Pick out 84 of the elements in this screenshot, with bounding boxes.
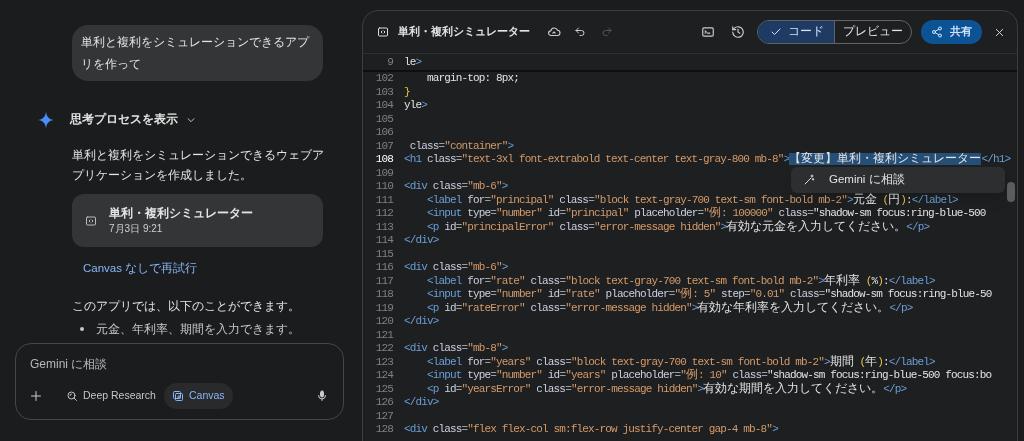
card-timestamp: 7月3日 9:21 — [109, 222, 164, 236]
line-number: 128 — [374, 423, 393, 437]
code-line: margin-top: 8px; — [426, 72, 520, 86]
cloud-icon[interactable] — [547, 25, 561, 39]
line-number: 117 — [374, 274, 393, 288]
code-line: <div class="mb-6"> — [404, 180, 508, 194]
close-icon[interactable] — [994, 26, 1005, 38]
code-line: <p id="rateError" class="error-message hidden">有効な年利率を入力してください。</p> — [426, 301, 913, 315]
editor-title: 単利・複利シミュレーター — [398, 24, 530, 40]
line-number: 9 — [386, 56, 393, 70]
line-number: 125 — [374, 382, 393, 396]
microphone-icon[interactable] — [316, 390, 328, 403]
line-number: 127 — [374, 409, 393, 423]
line-number: 122 — [374, 342, 393, 356]
code-line: yle> — [404, 99, 428, 113]
code-line: le> — [404, 56, 422, 70]
tool-chip[interactable]: Canvas — [163, 383, 233, 410]
chevron-icon — [186, 115, 196, 125]
code-line: <input type="number" id="rate" placeholder="例: 5" step="0.01" class="shadow-sm focus:ring-blue-50 — [426, 288, 992, 301]
line-number: 104 — [374, 99, 393, 113]
line-number: 115 — [374, 247, 393, 261]
check-icon — [770, 26, 782, 38]
line-number: 107 — [374, 139, 393, 153]
code-line: <div class="flex flex-col sm:flex-row justify-center gap-4 mb-8"> — [404, 423, 778, 437]
code-line: <p id="yearsError" class="error-message hidden">有効な期間を入力してください。</p> — [426, 382, 907, 396]
code-line: </div> — [404, 315, 439, 329]
plus-icon[interactable] — [30, 390, 42, 403]
share-icon — [931, 26, 943, 38]
line-number: 114 — [374, 234, 393, 248]
sparkle-pen-icon — [803, 174, 815, 186]
line-number: 113 — [374, 220, 393, 234]
line-number: 126 — [374, 396, 393, 410]
menu-item[interactable]: Gemini に相談 — [829, 171, 905, 189]
code-line: <input type="number" id="principal" placeholder="例: 100000" class="shadow-sm focus:ring-blue-500 — [426, 207, 986, 220]
code-line: <div class="mb-6"> — [404, 261, 508, 275]
code-line: <label for="rate" class="block text-gray-700 text-sm font-bold mb-2">年利率 (%):</label> — [426, 274, 935, 288]
line-number: 119 — [374, 301, 393, 315]
line-number: 121 — [374, 328, 393, 342]
code-line: <input type="number" id="years" placeholder="例: 10" class="shadow-sm focus:ring-blue-500 focus:bo — [426, 369, 992, 382]
code-line: <p id="principalError" class="error-message hidden">有効な元金を入力してください。</p> — [426, 220, 930, 234]
sparkle-icon — [37, 111, 55, 129]
line-number: 109 — [374, 166, 393, 180]
line-number: 106 — [374, 126, 393, 140]
code-line: <label for="principal" class="block text-gray-700 text-sm font-bold mb-2">元金 (円):</label> — [426, 193, 958, 207]
code-line: <label for="years" class="block text-gray-700 text-sm font-bold mb-2">期間 (年):</label> — [426, 355, 935, 369]
code-line: } — [404, 85, 410, 99]
code-icon — [85, 214, 97, 227]
code-line: </div> — [404, 396, 439, 410]
bullet-icon — [80, 327, 84, 332]
canvas-card[interactable]: 単利・複利シミュレーター 7月3日 9:21 — [72, 194, 323, 247]
prompt-input[interactable]: Gemini に相談 — [30, 355, 320, 374]
response-text: 単利と複利をシミュレーションできるウェブアプリケーションを作成しました。 — [72, 147, 325, 184]
code-line: </div> — [404, 234, 439, 248]
card-title: 単利・複利シミュレーター — [109, 205, 253, 222]
code-line: class="container"> — [408, 139, 514, 153]
code-icon — [377, 26, 389, 38]
view-tab[interactable]: コード — [758, 21, 835, 43]
line-number: 108 — [374, 153, 393, 167]
tool-chip[interactable]: Deep Research — [58, 383, 164, 410]
line-number: 110 — [374, 180, 393, 194]
scrollbar-thumb[interactable] — [1007, 182, 1015, 202]
view-tab[interactable]: プレビュー — [835, 21, 911, 43]
share-button[interactable]: 共有 — [921, 20, 982, 44]
user-message: 単利と複利をシミュレーションできるアプリを作って — [72, 25, 323, 81]
history-icon[interactable] — [731, 25, 745, 39]
retry-link[interactable]: Canvas なしで再試行 — [83, 260, 198, 278]
line-number: 102 — [374, 72, 393, 86]
line-number: 111 — [374, 193, 393, 207]
code-line: <div class="mb-8"> — [404, 342, 508, 356]
canvas-icon — [171, 390, 184, 403]
line-number: 124 — [374, 369, 393, 383]
line-number: 103 — [374, 85, 393, 99]
bullet-text: 元金、年利率、期間を入力できます。 — [96, 321, 300, 338]
undo-icon[interactable] — [574, 26, 586, 38]
line-number: 123 — [374, 355, 393, 369]
line-number: 118 — [374, 288, 393, 302]
research-icon — [66, 390, 78, 403]
line-number: 116 — [374, 261, 393, 275]
line-number: 105 — [374, 112, 393, 126]
thinking-toggle[interactable]: 思考プロセスを表示 — [70, 111, 196, 129]
terminal-icon[interactable] — [701, 25, 715, 39]
line-number: 120 — [374, 315, 393, 329]
line-number: 112 — [374, 207, 393, 221]
summary-text: このアプリでは、以下のことができます。 — [72, 298, 301, 316]
